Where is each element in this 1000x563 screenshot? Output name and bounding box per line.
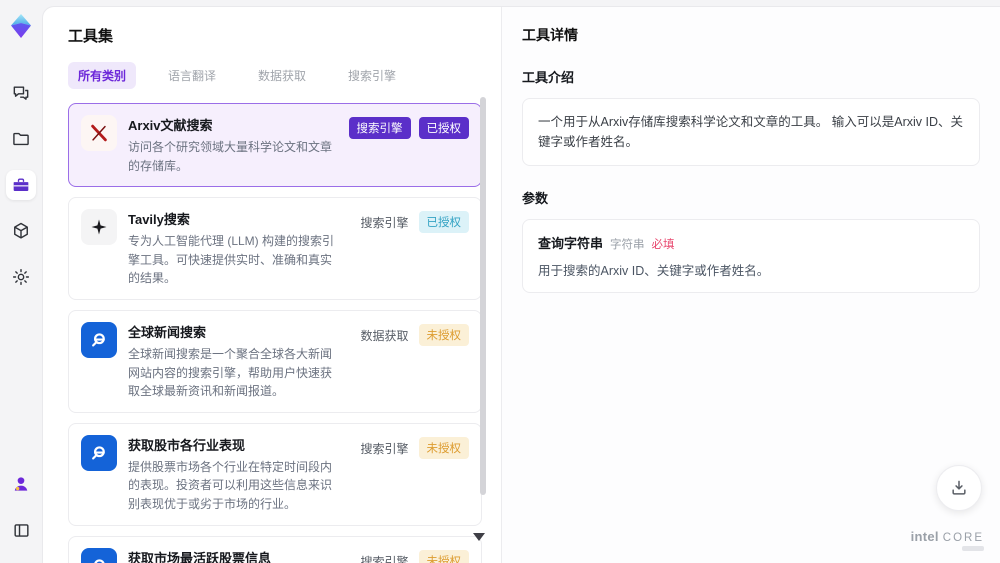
left-sidebar [0, 0, 42, 563]
category-label: 数据获取 [360, 328, 409, 343]
param-desc: 用于搜索的Arxiv ID、关键字或作者姓名。 [538, 264, 770, 278]
category-badge: 搜索引擎 [348, 117, 411, 139]
tool-card-tavily[interactable]: Tavily搜索 专为人工智能代理 (LLM) 构建的搜索引擎工具。可快速提供实… [68, 197, 482, 300]
category-tabs: 所有类别 语言翻译 数据获取 搜索引擎 [68, 62, 501, 89]
tab-data-acquisition[interactable]: 数据获取 [248, 62, 316, 89]
user-avatar-icon [11, 474, 31, 494]
params-heading: 参数 [522, 191, 549, 206]
sparkle-icon [81, 209, 117, 246]
tab-all-categories[interactable]: 所有类别 [68, 62, 137, 89]
download-button[interactable] [936, 465, 982, 511]
folder-icon [11, 129, 31, 149]
status-badge: 未授权 [418, 436, 469, 459]
status-badge: 已授权 [418, 117, 469, 139]
sidebar-item-models[interactable] [6, 216, 36, 246]
status-badge: 未授权 [418, 549, 469, 563]
tool-name: 获取股市各行业表现 [128, 437, 246, 453]
scroll-down-indicator[interactable] [473, 533, 485, 541]
sidebar-item-files[interactable] [6, 124, 36, 154]
intel-core-logo: intel CORE [911, 529, 984, 551]
tool-card-global-news[interactable]: 全球新闻搜索 全球新闻搜索是一个聚合全球各大新闻网站内容的搜索引擎，帮助用户快速… [68, 309, 482, 413]
sidebar-item-collapse[interactable] [6, 515, 36, 545]
tool-desc: 访问各个研究领域大量科学论文和文章的存储库。 [128, 140, 333, 173]
intel-ultra-mark [962, 546, 984, 551]
detail-title: 工具详情 [522, 27, 578, 43]
category-label: 搜索引擎 [360, 216, 409, 231]
tool-card-sector-performance[interactable]: 获取股市各行业表现 提供股票市场各个行业在特定时间段内的表现。投资者可以利用这些… [68, 422, 482, 526]
news-search-icon [81, 321, 117, 358]
param-required-badge: 必填 [651, 239, 675, 251]
sidebar-item-settings[interactable] [6, 262, 36, 292]
sidebar-item-tools[interactable] [6, 170, 36, 200]
panel-toggle-icon [12, 521, 31, 540]
tool-desc: 提供股票市场各个行业在特定时间段内的表现。投资者可以利用这些信息来识别表现优于或… [128, 459, 333, 511]
cube-icon [11, 221, 31, 241]
param-card: 查询字符串 字符串 必填 用于搜索的Arxiv ID、关键字或作者姓名。 [522, 219, 980, 293]
param-name: 查询字符串 [538, 236, 604, 251]
tool-desc: 全球新闻搜索是一个聚合全球各大新闻网站内容的搜索引擎，帮助用户快速获取全球最新资… [128, 346, 333, 399]
tool-name: Tavily搜索 [128, 212, 190, 228]
category-label: 搜索引擎 [360, 441, 409, 456]
tool-card-arxiv[interactable]: Arxiv文献搜索 访问各个研究领域大量科学论文和文章的存储库。 搜索引擎 已授… [68, 103, 482, 188]
intro-heading: 工具介绍 [522, 70, 575, 85]
toolbox-icon [11, 175, 31, 195]
arxiv-icon [81, 115, 117, 151]
app-logo [7, 12, 35, 40]
tab-language-translation[interactable]: 语言翻译 [158, 62, 226, 89]
category-label: 搜索引擎 [360, 554, 409, 563]
status-badge: 已授权 [418, 211, 469, 234]
list-scrollbar[interactable] [480, 91, 486, 559]
sidebar-item-chat[interactable] [6, 78, 36, 108]
param-type: 字符串 [610, 239, 645, 251]
tool-list: Arxiv文献搜索 访问各个研究领域大量科学论文和文章的存储库。 搜索引擎 已授… [68, 103, 482, 563]
news-search-icon [81, 434, 117, 471]
intro-text: 一个用于从Arxiv存储库搜索科学论文和文章的工具。 输入可以是Arxiv ID… [538, 115, 964, 149]
download-icon [949, 478, 969, 498]
main-content: 工具集 所有类别 语言翻译 数据获取 搜索引擎 Arxiv文献搜索 访问各个研究… [42, 6, 1000, 563]
gear-icon [11, 267, 31, 287]
sidebar-item-account[interactable] [6, 469, 36, 499]
status-badge: 未授权 [418, 323, 469, 346]
page-title: 工具集 [68, 28, 114, 45]
scrollbar-thumb[interactable] [480, 97, 486, 495]
tools-panel: 工具集 所有类别 语言翻译 数据获取 搜索引擎 Arxiv文献搜索 访问各个研究… [43, 7, 501, 563]
tool-detail-panel: 工具详情 工具介绍 一个用于从Arxiv存储库搜索科学论文和文章的工具。 输入可… [501, 7, 1000, 563]
tool-card-active-stocks[interactable]: 获取市场最活跃股票信息 提供当天交易量最高的股票列表，投资者可以利用这些信息来识… [68, 535, 482, 563]
tool-name: 全球新闻搜索 [128, 324, 207, 340]
tool-desc: 专为人工智能代理 (LLM) 构建的搜索引擎工具。可快速提供实时、准确和真实的结… [128, 234, 335, 286]
news-search-icon [81, 547, 117, 563]
chat-icon [11, 83, 31, 103]
tool-name: Arxiv文献搜索 [128, 118, 213, 133]
tab-search-engine[interactable]: 搜索引擎 [338, 62, 406, 89]
tool-name: 获取市场最活跃股票信息 [128, 550, 272, 563]
intro-card: 一个用于从Arxiv存储库搜索科学论文和文章的工具。 输入可以是Arxiv ID… [522, 98, 980, 166]
